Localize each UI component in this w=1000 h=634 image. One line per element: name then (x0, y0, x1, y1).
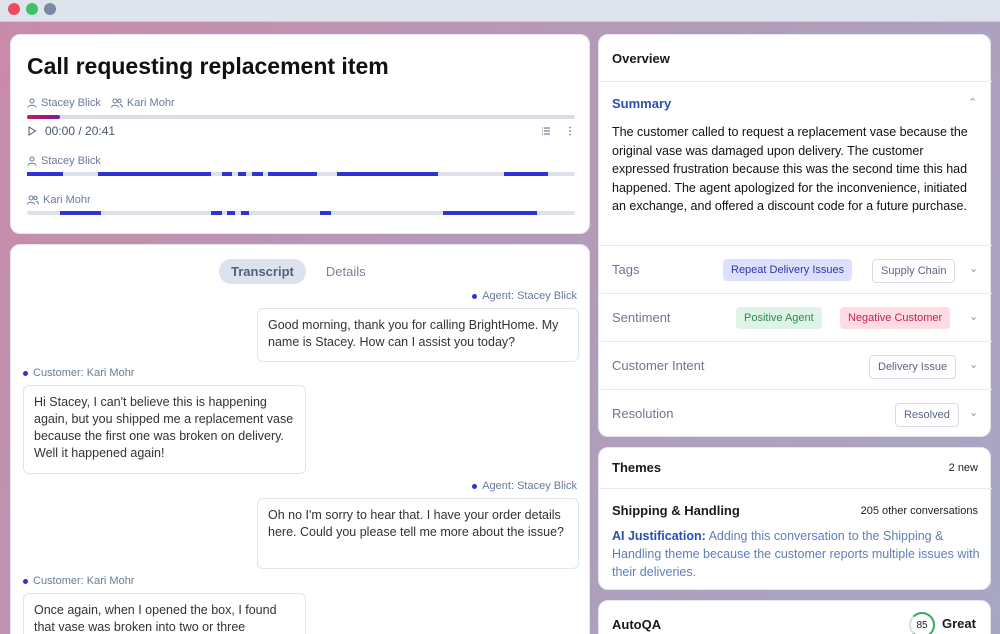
message-bubble: Good morning, thank you for calling Brig… (257, 308, 579, 362)
playback-progress-fill (27, 115, 60, 119)
speaker-dot-icon (472, 293, 478, 299)
chevron-down-icon[interactable]: ⌄ (969, 262, 978, 275)
more-vertical-icon[interactable] (565, 126, 575, 136)
sentiment-label: Sentiment (612, 310, 671, 325)
ai-justification: AI Justification: Adding this conversati… (612, 527, 982, 581)
speaker-timeline[interactable] (27, 172, 575, 176)
speech-segment[interactable] (98, 172, 211, 176)
tab-transcript[interactable]: Transcript (219, 259, 306, 284)
minimize-window-button[interactable] (44, 3, 56, 15)
speaker-timeline[interactable] (27, 211, 575, 215)
transcript-card: Transcript Details Agent: Stacey Blick G… (10, 244, 590, 634)
speech-segment[interactable] (27, 172, 63, 176)
customer-intent-label: Customer Intent (612, 358, 705, 373)
summary-heading[interactable]: Summary (612, 96, 671, 111)
playback-time: 00:00 / 20:41 (45, 124, 116, 138)
speaker-track-agent: Stacey Blick (27, 155, 575, 176)
message-speaker-label: Agent: Stacey Blick (472, 290, 577, 302)
message-bubble: Hi Stacey, I can't believe this is happe… (23, 385, 306, 474)
window-titlebar (0, 0, 1000, 22)
message-bubble: Oh no I'm sorry to hear that. I have you… (257, 498, 579, 569)
speaker-dot-icon (23, 578, 28, 584)
speech-segment[interactable] (210, 211, 222, 215)
maximize-window-button[interactable] (26, 3, 38, 15)
speech-segment[interactable] (221, 172, 233, 176)
chevron-down-icon[interactable]: ⌄ (969, 310, 978, 323)
autoqa-card: AutoQA 85 Great (598, 600, 991, 634)
speech-segment[interactable] (227, 211, 236, 215)
speech-segment[interactable] (443, 211, 537, 215)
participant-customer-name: Kari Mohr (126, 97, 175, 109)
speech-segment[interactable] (336, 172, 438, 176)
speaker-name: Customer: Kari Mohr (33, 575, 135, 587)
message-speaker-label: Customer: Kari Mohr (23, 367, 134, 379)
overview-card: Overview Summary ⌃ The customer called t… (598, 34, 992, 437)
ai-justification-label: AI Justification: (612, 529, 706, 543)
divider (599, 389, 992, 390)
theme-conversation-count: 205 other conversations (860, 505, 978, 517)
call-player-card: Call requesting replacement item Stacey … (10, 34, 590, 234)
divider (599, 341, 992, 342)
message-speaker-label: Customer: Kari Mohr (23, 575, 134, 587)
intent-chip[interactable]: Delivery Issue (869, 355, 957, 379)
track-speaker-name: Kari Mohr (43, 194, 91, 206)
speech-segment[interactable] (251, 172, 263, 176)
list-icon[interactable] (541, 126, 551, 136)
speech-segment[interactable] (268, 172, 318, 176)
speech-segment[interactable] (320, 211, 332, 215)
speech-segment[interactable] (240, 211, 249, 215)
summary-text: The customer called to request a replace… (612, 125, 968, 213)
speech-segment[interactable] (503, 172, 548, 176)
play-icon[interactable] (27, 126, 37, 136)
participants: Stacey Blick Kari Mohr (27, 97, 175, 109)
resolution-label: Resolution (612, 406, 674, 421)
message-bubble: Once again, when I opened the box, I fou… (23, 593, 306, 634)
chevron-up-icon[interactable]: ⌃ (968, 96, 977, 109)
tab-details[interactable]: Details (314, 259, 378, 284)
sentiment-chip-negative[interactable]: Negative Customer (840, 307, 951, 329)
participant-agent-name: Stacey Blick (41, 97, 101, 109)
speaker-name: Agent: Stacey Blick (482, 480, 577, 492)
playback-progress-bar[interactable] (27, 115, 575, 119)
call-title: Call requesting replacement item (27, 53, 389, 79)
speaker-dot-icon (23, 370, 28, 376)
divider (599, 81, 992, 82)
chevron-down-icon[interactable]: ⌄ (969, 406, 978, 419)
person-icon (27, 156, 37, 166)
participant-agent: Stacey Blick (27, 97, 101, 109)
tag-chip[interactable]: Repeat Delivery Issues (723, 259, 853, 281)
divider (599, 245, 992, 246)
divider (599, 488, 992, 489)
theme-name[interactable]: Shipping & Handling (612, 503, 740, 518)
autoqa-rating: Great (942, 616, 976, 631)
transcript-tabs: Transcript Details (219, 259, 378, 284)
speech-segment[interactable] (237, 172, 247, 176)
speaker-track-customer: Kari Mohr (27, 194, 575, 215)
speech-segment[interactable] (59, 211, 101, 215)
person-icon (27, 98, 37, 108)
track-speaker-name: Stacey Blick (41, 155, 101, 167)
chevron-down-icon[interactable]: ⌄ (969, 358, 978, 371)
people-icon (110, 98, 123, 108)
themes-new-count: 2 new (948, 462, 978, 474)
overview-title: Overview (612, 51, 670, 66)
sentiment-chip-positive[interactable]: Positive Agent (736, 307, 822, 329)
tag-chip[interactable]: Supply Chain (872, 259, 956, 283)
tags-label: Tags (612, 262, 640, 277)
speaker-name: Agent: Stacey Blick (482, 290, 577, 302)
divider (599, 293, 992, 294)
speaker-name: Customer: Kari Mohr (33, 367, 135, 379)
autoqa-score-ring: 85 (909, 612, 935, 634)
themes-title: Themes (612, 460, 662, 475)
resolution-chip[interactable]: Resolved (895, 403, 959, 427)
close-window-button[interactable] (8, 3, 20, 15)
people-icon (27, 195, 39, 205)
playback-controls: 00:00 / 20:41 (27, 123, 575, 139)
participant-customer: Kari Mohr (110, 97, 175, 109)
message-speaker-label: Agent: Stacey Blick (472, 480, 577, 492)
speaker-dot-icon (472, 483, 478, 489)
themes-card: Themes 2 new Shipping & Handling 205 oth… (598, 447, 992, 590)
autoqa-title: AutoQA (612, 617, 662, 632)
